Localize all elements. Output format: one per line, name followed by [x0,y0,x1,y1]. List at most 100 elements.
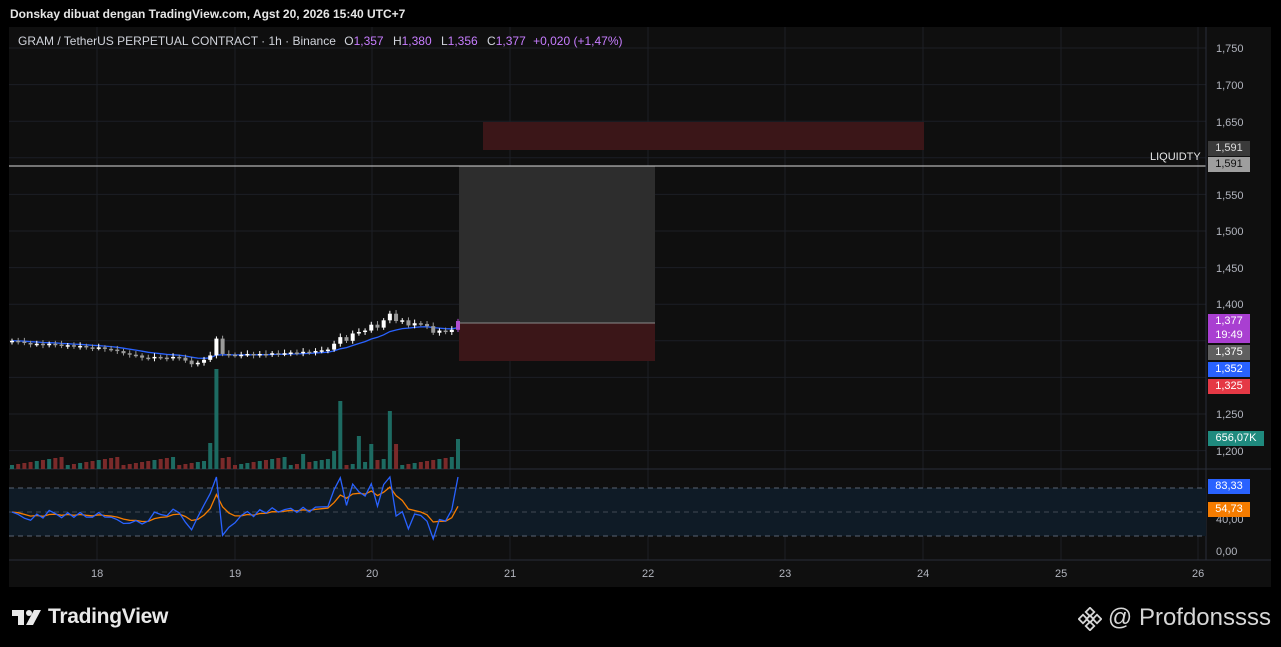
ma-price-tag: 1,352 [1208,362,1250,377]
entry-price-tag: 1,375 [1208,345,1250,360]
rsi-axis[interactable]: 40,00 0,00 [1216,514,1244,558]
candle-body [177,356,182,359]
volume-bar [10,465,14,469]
candle-body [294,352,299,355]
volume-bar [245,463,250,469]
volume-bar [437,459,442,469]
author-watermark: @ Profdonssss [1077,604,1271,632]
low-label: L [440,34,448,48]
candle-body [406,320,411,326]
candle-body [418,323,423,325]
candle-body [47,343,52,346]
candle-body [90,347,95,349]
candle-body [158,356,163,359]
candle-body [437,330,442,333]
last-price-tag: 1,377 [1208,314,1250,329]
candle-body [140,355,145,358]
candle-body [65,345,70,347]
price-tick: 1,250 [1216,409,1244,421]
candle-body [338,337,343,344]
candle-body [356,332,361,334]
volume-bar [338,401,343,469]
time-tick: 21 [504,568,516,580]
candle-body [40,343,45,346]
volume-bar [109,458,114,469]
candle-body [214,338,219,356]
candle-body [400,320,405,322]
volume-bar [189,463,194,469]
volume-bar [344,465,349,469]
candle-body [226,353,231,356]
logo-text: TradingView [48,605,169,628]
candle-body [431,326,436,333]
volume-bar [375,460,380,469]
candle-body [164,357,169,360]
price-tick: 1,400 [1216,299,1244,311]
candle-body [245,353,250,356]
countdown-tag: 19:49 [1208,328,1250,343]
stop-zone [459,323,655,361]
volume-bar [47,459,52,469]
volume-bar [202,461,207,469]
volume-bar [226,457,231,469]
candle-body [456,321,460,330]
liquidity-price-tag: 1,591 [1208,141,1250,156]
volume-bar [96,460,101,469]
volume-bar [16,464,21,469]
volume-bar [171,457,176,469]
candle-body [270,353,275,355]
tradingview-logo-icon [12,607,42,627]
candle-body [363,330,368,333]
candle-body [220,338,225,354]
volume-bar [90,461,95,469]
time-axis[interactable]: 18 19 20 21 22 23 24 25 26 [91,568,1204,580]
candle-body [369,324,374,331]
time-tick: 24 [917,568,929,580]
candle-body [313,351,318,353]
candle-body [307,351,312,354]
binance-icon [1077,607,1102,631]
volume-bar [146,461,151,469]
candle-body [375,324,380,328]
price-tick: 1,700 [1216,80,1244,92]
volume-bar [456,439,460,469]
volume-bar [394,444,399,469]
symbol-legend[interactable]: GRAM / TetherUS PERPETUAL CONTRACT · 1h … [18,34,623,48]
volume-bar [294,464,299,469]
volume-bar [356,436,361,469]
high-label: H [392,34,402,48]
price-axis[interactable]: 1,750 1,700 1,650 1,550 1,500 1,450 1,40… [1216,43,1244,458]
open-value: 1,357 [353,34,384,48]
time-tick: 20 [366,568,378,580]
price-tick: 1,500 [1216,226,1244,238]
candle-body [332,343,337,350]
volume-bar [319,460,324,469]
volume-bar [406,464,411,469]
candle-body [381,320,386,328]
volume-bar [276,458,281,469]
price-tick: 1,550 [1216,190,1244,202]
price-tick: 1,750 [1216,43,1244,55]
candle-body [202,359,207,363]
rsi-tick: 0,00 [1216,546,1237,558]
volume-bar [381,459,386,469]
candle-body [282,353,287,355]
time-tick: 23 [779,568,791,580]
volume-bar [28,462,33,469]
volume-bar [102,459,107,469]
time-tick: 26 [1192,568,1204,580]
candle-body [412,323,417,326]
symbol-name[interactable]: GRAM / TetherUS PERPETUAL CONTRACT · 1h … [18,34,336,48]
volume-bar [325,459,330,469]
volume-bar [34,461,39,469]
tradingview-logo[interactable]: TradingView [12,603,168,631]
price-chart[interactable]: LIQUIDTY 1,750 1,700 1,650 1,550 1,500 1… [0,0,1281,647]
volume-bar [53,458,58,469]
volume-bar [400,465,405,469]
candle-body [449,329,454,333]
time-tick: 25 [1055,568,1067,580]
candle-body [109,348,114,351]
volume-bar [233,465,237,469]
volume-bar [214,369,219,469]
volume-bar [78,463,83,469]
